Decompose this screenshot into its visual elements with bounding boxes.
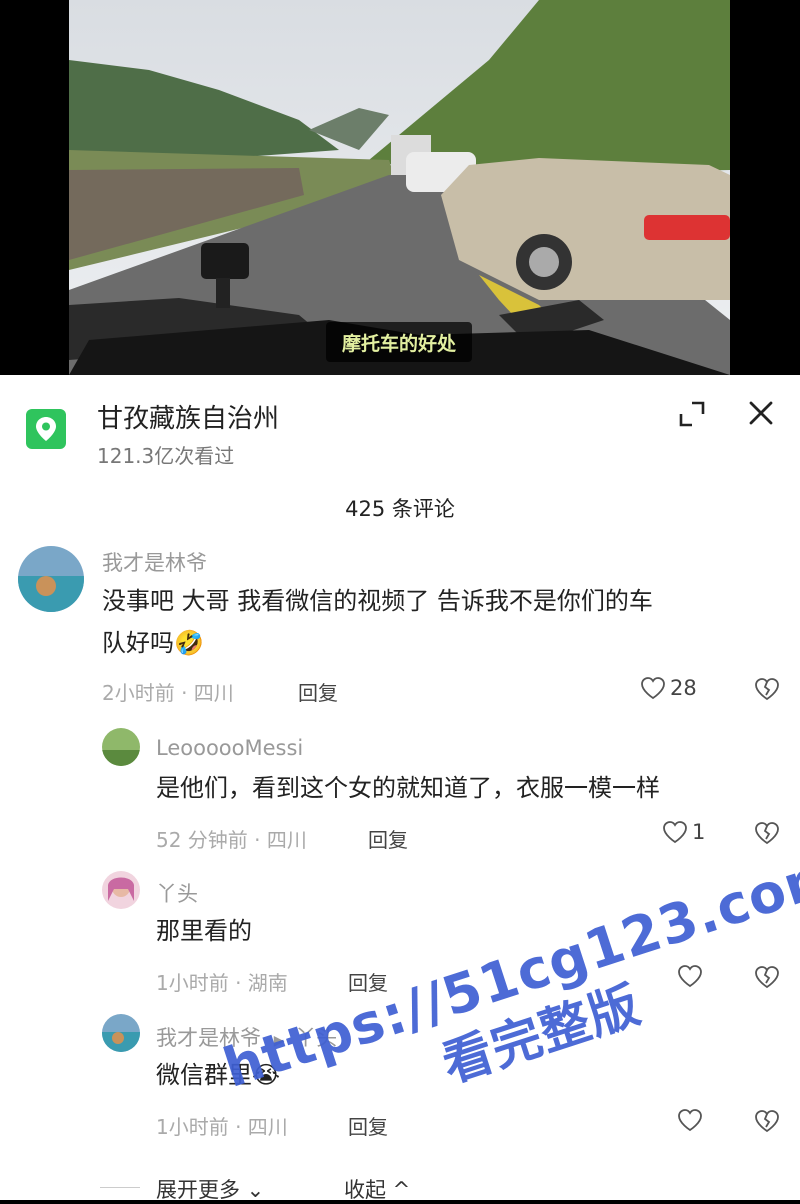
heart-icon [663,821,687,844]
video-player[interactable]: 摩托车的好处 [0,0,800,375]
broken-heart-icon [755,678,779,701]
comment-username[interactable]: 我才是林爷 [102,547,207,577]
emoji-laughing: 🤣 [174,629,204,657]
heart-icon [641,677,665,700]
comment-meta: 1小时前 · 湖南 [156,971,288,995]
comment-text: 那里看的 [156,917,252,945]
avatar[interactable] [102,871,140,909]
avatar[interactable] [18,546,84,612]
avatar[interactable] [102,1014,140,1052]
comment-text-line: 队好吗🤣 [102,622,653,664]
heart-icon [678,1109,702,1132]
broken-heart-icon [755,822,779,845]
dislike-button[interactable] [754,821,780,849]
location-pin-icon [26,409,66,449]
comment-text-span: 队好吗 [102,629,174,657]
close-icon[interactable] [744,396,778,430]
comment-text-line: 没事吧 大哥 我看微信的视频了 告诉我不是你们的车 [102,587,653,615]
comment-meta: 52 分钟前 · 四川 [156,828,307,852]
heart-icon [678,965,702,988]
reply-button[interactable]: 回复 [298,677,338,706]
dislike-button[interactable] [754,965,780,993]
reply-button[interactable]: 回复 [368,824,408,853]
video-caption: 摩托车的好处 [326,322,472,362]
comment-meta: 2小时前 · 四川 [102,681,234,705]
like-button[interactable] [677,1108,707,1132]
comment-meta: 1小时前 · 四川 [156,1115,288,1139]
dislike-button[interactable] [754,1109,780,1137]
comment-count: 425 条评论 [345,497,455,521]
broken-heart-icon [755,1110,779,1133]
location-title[interactable]: 甘孜藏族自治州 [97,398,279,435]
comment-username[interactable]: LeoooooMessi [156,736,303,760]
reply-button[interactable]: 回复 [348,1111,388,1140]
expand-more-label: 展开更多 [156,1178,240,1202]
location-views: 121.3亿次看过 [97,444,235,468]
collapse-label: 收起 [344,1178,386,1202]
avatar[interactable] [102,728,140,766]
video-scene [69,0,730,375]
comment-text: 没事吧 大哥 我看微信的视频了 告诉我不是你们的车 队好吗🤣 [102,580,653,664]
like-button[interactable] [677,964,707,988]
chevron-up-icon: ^ [386,1178,411,1202]
divider [100,1187,140,1188]
broken-heart-icon [755,966,779,989]
like-button[interactable]: 1 [662,820,705,844]
video-frame [69,0,730,375]
comment-text: 是他们，看到这个女的就知道了，衣服一模一样 [156,774,660,802]
chevron-down-icon: ⌄ [240,1178,265,1202]
comment-username[interactable]: 丫头 [156,878,198,908]
like-count: 28 [670,676,697,700]
dislike-button[interactable] [754,677,780,705]
like-count: 1 [692,820,706,844]
like-button[interactable]: 28 [640,676,697,700]
expand-icon[interactable] [676,398,708,430]
